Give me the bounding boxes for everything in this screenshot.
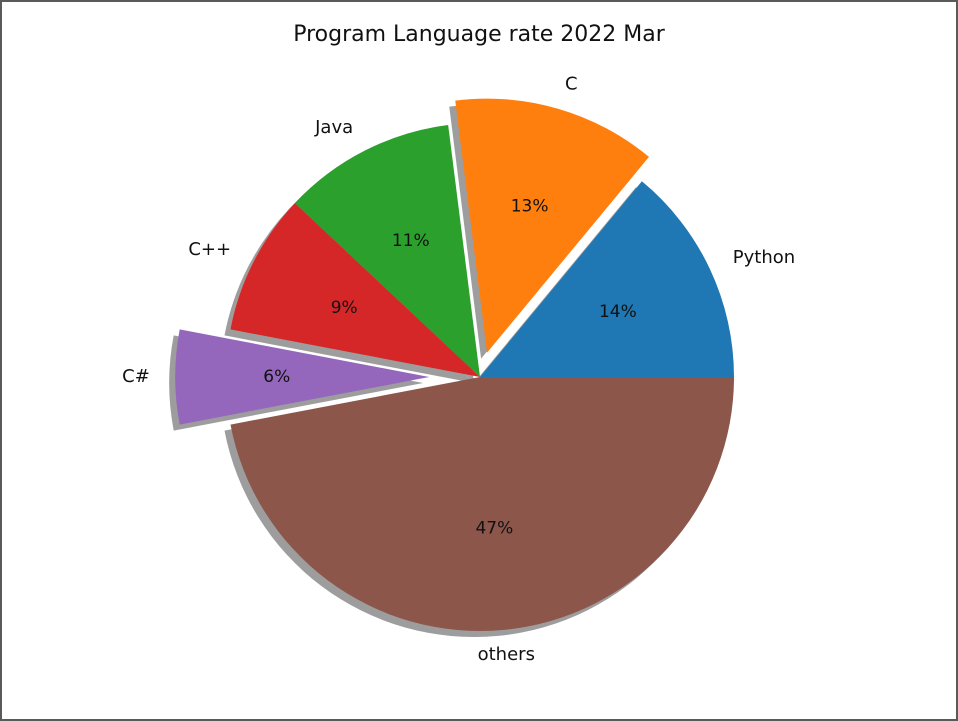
slice-label-python: Python <box>733 247 795 268</box>
slice-percent-others: 47% <box>475 519 513 539</box>
pie-slice-others <box>230 377 735 631</box>
slice-label-java: Java <box>314 117 353 138</box>
pie-chart: Python 14% C 13% Java 11% C++ 9% C# 6% others 47% <box>122 73 795 665</box>
slice-label-c: C <box>565 73 578 94</box>
slice-percent-csharp: 6% <box>263 367 290 387</box>
slice-percent-python: 14% <box>599 302 637 322</box>
slice-percent-cplusplus: 9% <box>331 298 358 318</box>
slice-wedges <box>175 98 735 631</box>
slice-label-cplusplus: C++ <box>188 239 231 260</box>
slice-percent-java: 11% <box>392 231 430 251</box>
slice-label-csharp: C# <box>122 366 150 387</box>
slice-label-others: others <box>478 644 535 665</box>
slice-percent-c: 13% <box>511 196 549 216</box>
